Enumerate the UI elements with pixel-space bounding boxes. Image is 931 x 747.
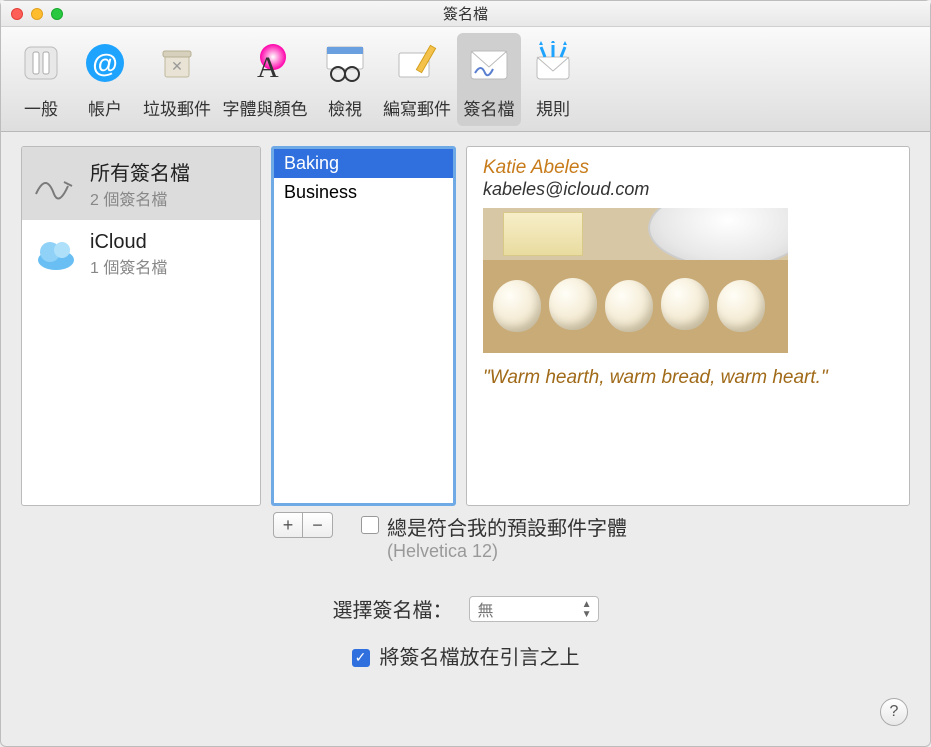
account-sub: 1 個簽名檔 bbox=[90, 254, 167, 278]
add-signature-button[interactable]: + bbox=[273, 512, 303, 538]
tab-accounts[interactable]: @ 帳户 bbox=[73, 33, 137, 126]
signature-item-baking[interactable]: Baking bbox=[274, 149, 453, 178]
chevron-updown-icon: ▲▼ bbox=[582, 600, 592, 620]
tab-label: 一般 bbox=[24, 95, 58, 120]
signature-preview-quote: "Warm hearth, warm bread, warm heart." bbox=[483, 367, 893, 389]
signatures-list[interactable]: Baking Business bbox=[271, 146, 456, 506]
titlebar: 簽名檔 bbox=[1, 1, 930, 27]
tab-composing[interactable]: 編寫郵件 bbox=[377, 33, 457, 126]
remove-signature-button[interactable]: − bbox=[303, 512, 333, 538]
choose-signature-label: 選擇簽名檔： bbox=[333, 594, 453, 623]
rules-icon bbox=[529, 39, 577, 87]
tab-signatures[interactable]: 簽名檔 bbox=[457, 33, 521, 126]
at-sign-icon: @ bbox=[81, 39, 129, 87]
choose-signature-select[interactable]: 無 ▲▼ bbox=[469, 596, 599, 622]
tab-fonts-colors[interactable]: A 字體與顏色 bbox=[217, 33, 313, 126]
tab-label: 帳户 bbox=[88, 95, 122, 120]
signature-icon bbox=[465, 39, 513, 87]
signature-preview[interactable]: Katie Abeles kabeles@icloud.com "Warm he… bbox=[466, 146, 910, 506]
account-name: 所有簽名檔 bbox=[90, 157, 190, 186]
place-above-quoted-checkbox[interactable]: ✓ bbox=[352, 649, 370, 667]
tab-label: 規則 bbox=[536, 95, 570, 120]
signature-preview-email: kabeles@icloud.com bbox=[483, 179, 893, 200]
match-default-font-sub: (Helvetica 12) bbox=[387, 541, 627, 562]
choose-signature-value: 無 bbox=[478, 597, 494, 621]
tab-label: 垃圾郵件 bbox=[143, 95, 211, 120]
compose-icon bbox=[393, 39, 441, 87]
svg-text:@: @ bbox=[92, 48, 117, 78]
tab-rules[interactable]: 規則 bbox=[521, 33, 585, 126]
tab-label: 簽名檔 bbox=[464, 95, 515, 120]
signature-item-business[interactable]: Business bbox=[274, 178, 453, 207]
svg-text:A: A bbox=[257, 51, 279, 84]
account-icloud[interactable]: iCloud 1 個簽名檔 bbox=[22, 220, 260, 288]
fonts-colors-icon: A bbox=[241, 39, 289, 87]
account-name: iCloud bbox=[90, 231, 167, 254]
match-default-font-label: 總是符合我的預設郵件字體 bbox=[387, 512, 627, 541]
preferences-toolbar: 一般 @ 帳户 ✕ 垃圾郵件 A 字體與顏色 bbox=[1, 27, 930, 132]
tab-label: 編寫郵件 bbox=[383, 95, 451, 120]
glasses-icon bbox=[321, 39, 369, 87]
place-above-quoted-label: 將簽名檔放在引言之上 bbox=[380, 641, 580, 670]
tab-general[interactable]: 一般 bbox=[9, 33, 73, 126]
signature-preview-image bbox=[483, 208, 788, 353]
account-all-signatures[interactable]: 所有簽名檔 2 個簽名檔 bbox=[22, 147, 260, 220]
signature-preview-name: Katie Abeles bbox=[483, 157, 893, 179]
account-sub: 2 個簽名檔 bbox=[90, 186, 190, 210]
accounts-list[interactable]: 所有簽名檔 2 個簽名檔 iCloud 1 個簽名檔 bbox=[21, 146, 261, 506]
trash-icon: ✕ bbox=[153, 39, 201, 87]
signature-swoosh-icon bbox=[32, 160, 80, 208]
slider-icon bbox=[17, 39, 65, 87]
window-title: 簽名檔 bbox=[1, 3, 930, 24]
match-default-font-checkbox[interactable] bbox=[361, 516, 379, 534]
tab-junk[interactable]: ✕ 垃圾郵件 bbox=[137, 33, 217, 126]
help-button[interactable]: ? bbox=[880, 698, 908, 726]
tab-label: 字體與顏色 bbox=[223, 95, 308, 120]
tab-viewing[interactable]: 檢視 bbox=[313, 33, 377, 126]
icloud-icon bbox=[32, 230, 80, 278]
tab-label: 檢視 bbox=[328, 95, 362, 120]
svg-text:✕: ✕ bbox=[171, 58, 183, 74]
